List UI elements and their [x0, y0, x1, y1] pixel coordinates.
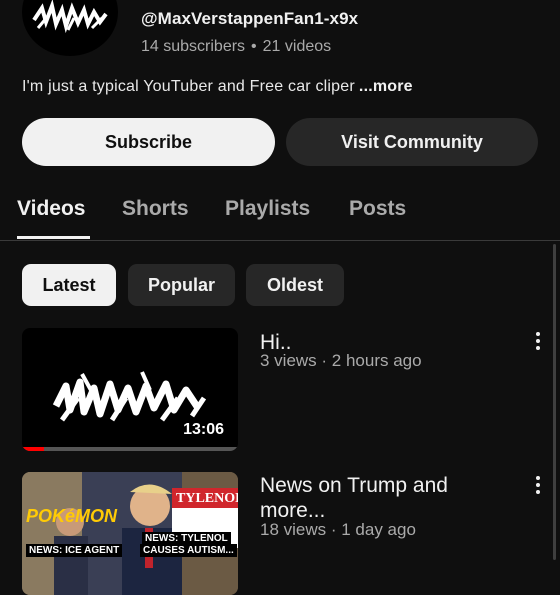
video-meta: 18 views · 1 day ago	[260, 520, 416, 539]
thumb-caption-right-2: CAUSES AUTISM...	[140, 544, 237, 557]
chip-oldest[interactable]: Oldest	[246, 264, 344, 306]
thumb-brand-text: TYLENOL	[176, 491, 238, 506]
video-meta: 3 views · 2 hours ago	[260, 351, 422, 370]
more-options-icon[interactable]	[529, 474, 547, 498]
tab-videos[interactable]: Videos	[17, 197, 85, 221]
description-text: I'm just a typical YouTuber and Free car…	[22, 78, 355, 95]
channel-avatar[interactable]	[22, 0, 118, 56]
video-title[interactable]: News on Trump and more...	[260, 473, 510, 523]
stats-separator: •	[251, 38, 257, 55]
subscribe-button[interactable]: Subscribe	[22, 118, 275, 166]
scrollbar[interactable]	[553, 244, 556, 560]
video-thumbnail[interactable]: TYLENOL POKéMON NEWS: TYLENOL CAUSES AUT…	[22, 472, 238, 595]
more-options-icon[interactable]	[529, 330, 547, 354]
chip-latest[interactable]: Latest	[22, 264, 116, 306]
video-duration: 13:06	[183, 421, 224, 438]
video-count: 21 videos	[262, 38, 332, 55]
active-tab-indicator	[17, 236, 90, 239]
video-thumbnail[interactable]: 13:06	[22, 328, 238, 451]
tab-posts[interactable]: Posts	[349, 197, 406, 221]
more-link[interactable]: ...more	[359, 78, 413, 95]
thumb-caption-left: NEWS: ICE AGENT	[26, 544, 123, 557]
tab-shorts[interactable]: Shorts	[122, 197, 189, 221]
tab-playlists[interactable]: Playlists	[225, 197, 310, 221]
watch-progress-track	[22, 447, 238, 451]
thumb-pokemon-text: POKéMON	[26, 506, 118, 526]
tab-divider	[0, 240, 560, 241]
chip-popular[interactable]: Popular	[128, 264, 235, 306]
graffiti-logo-icon	[32, 0, 108, 34]
subscriber-count: 14 subscribers	[141, 38, 246, 55]
channel-description[interactable]: I'm just a typical YouTuber and Free car…	[22, 78, 413, 96]
visit-community-button[interactable]: Visit Community	[286, 118, 538, 166]
channel-handle: @MaxVerstappenFan1-x9x	[141, 9, 359, 28]
watch-progress-fill	[22, 447, 44, 451]
channel-stats: 14 subscribers • 21 videos	[141, 38, 331, 56]
